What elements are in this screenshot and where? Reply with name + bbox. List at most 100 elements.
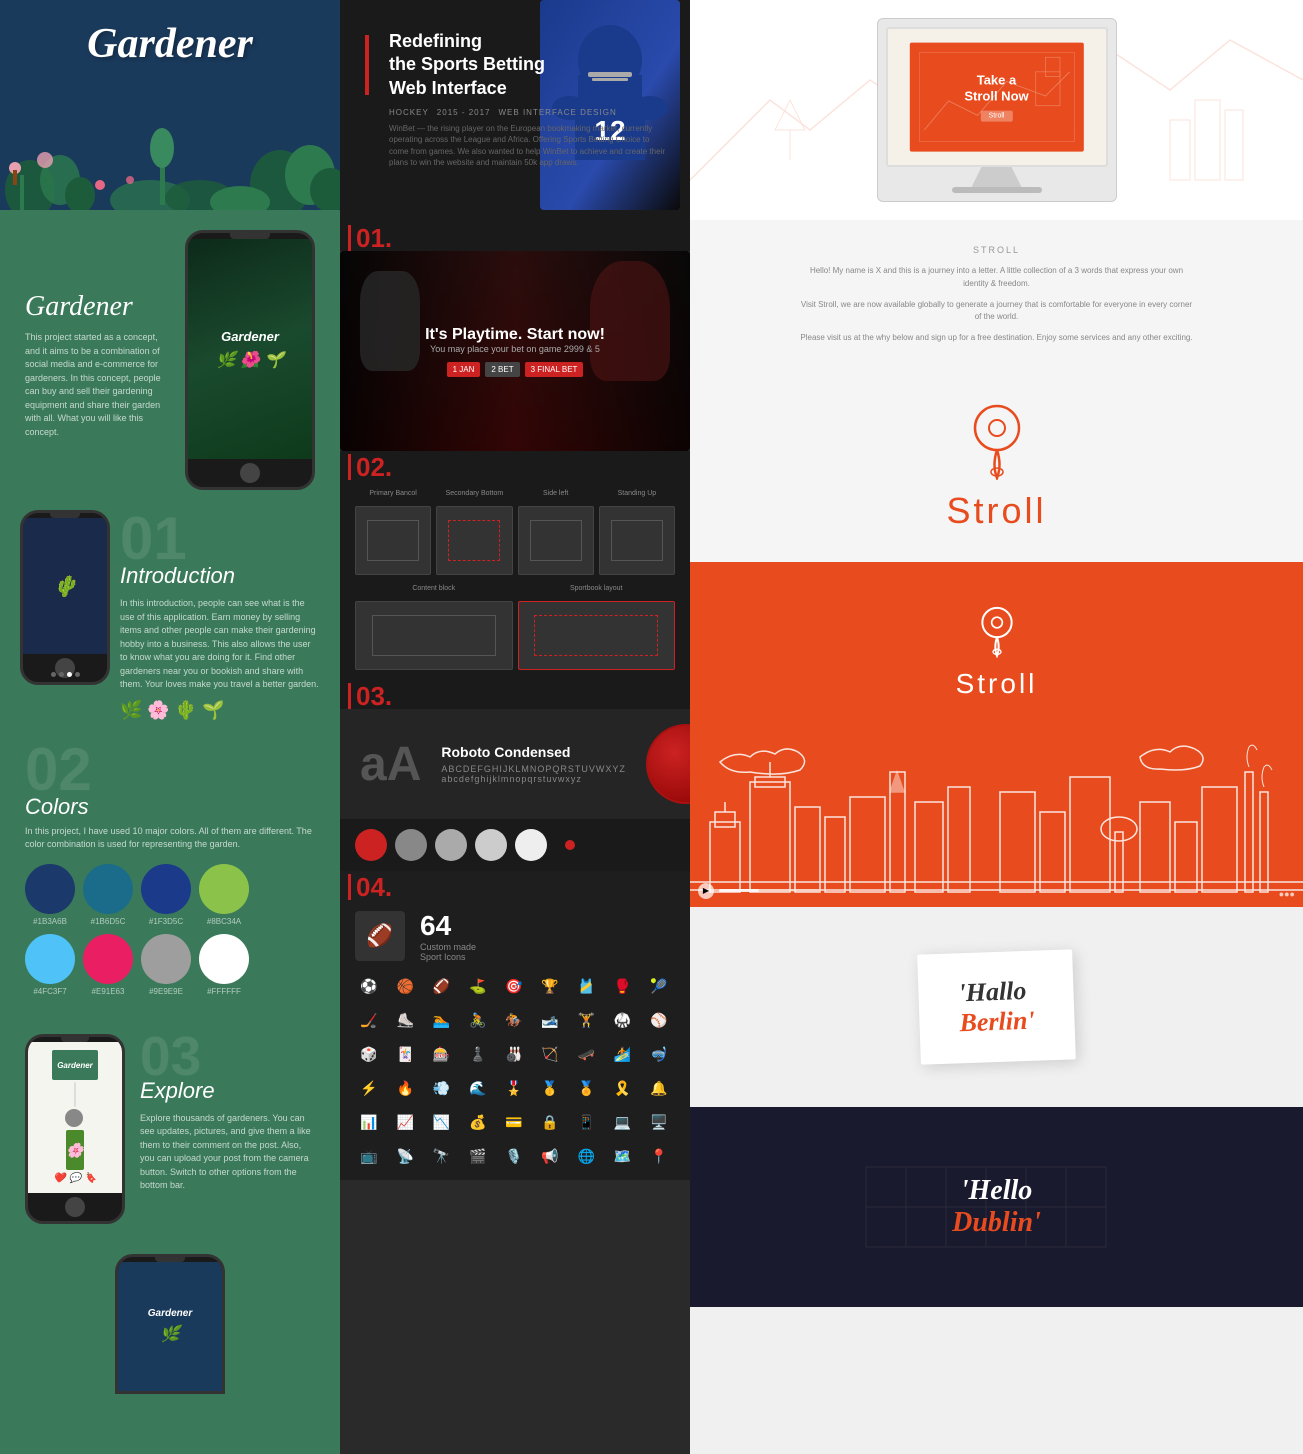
wf-label-4: Standing Up bbox=[599, 490, 675, 497]
sport-icon-3: 🏈 bbox=[427, 972, 455, 1000]
video-controls: ▶ bbox=[698, 883, 819, 899]
phone-button-3[interactable] bbox=[65, 1197, 85, 1217]
sports-color-palette bbox=[340, 819, 690, 871]
explore-text-area: 03 Explore Explore thousands of gardener… bbox=[140, 1034, 315, 1193]
sport-icon-51: 📢 bbox=[536, 1142, 564, 1170]
sport-icon-48: 🔭 bbox=[427, 1142, 455, 1170]
small-dot bbox=[565, 840, 575, 850]
dublin-city: Dublin' bbox=[952, 1207, 1041, 1239]
swatch-label-4: #8BC34A bbox=[207, 917, 241, 926]
swatch-color-8 bbox=[199, 934, 249, 984]
sports-header: Redefining the Sports Betting Web Interf… bbox=[340, 0, 690, 220]
sport-icon-41: 💳 bbox=[500, 1108, 528, 1136]
font-chars-upper: ABCDEFGHIJKLMNOPQRSTUVWXYZ bbox=[441, 764, 626, 774]
hello-berlin-section: 'Hallo Berlin' bbox=[690, 907, 1303, 1107]
sport-icon-21: 🎰 bbox=[427, 1040, 455, 1068]
sport-icon-45: 🖥️ bbox=[645, 1108, 673, 1136]
sport-icon-17: 🥋 bbox=[609, 1006, 637, 1034]
phone-header-label: Gardener bbox=[57, 1061, 93, 1070]
stroll-brand-name: Stroll bbox=[946, 490, 1046, 532]
section01-label: 01. bbox=[348, 225, 392, 251]
plant-icons-row: 🌿 🌸 🌵 🌱 bbox=[120, 700, 320, 721]
swatch-label-2: #1B6D5C bbox=[91, 917, 126, 926]
stroll-pin-logo bbox=[967, 400, 1027, 480]
sport-icon-13: 🚴 bbox=[464, 1006, 492, 1034]
video-time: ●●● bbox=[1279, 889, 1295, 899]
sports-title-line1: Redefining bbox=[389, 31, 482, 51]
phone-screen-bottom: Gardener 🌿 bbox=[118, 1262, 222, 1391]
section03-title: Explore bbox=[140, 1078, 315, 1104]
swatch-label-1: #1B3A6B bbox=[33, 917, 67, 926]
sport-icon-44: 💻 bbox=[609, 1108, 637, 1136]
berlin-city: Berlin' bbox=[959, 1006, 1035, 1039]
dublin-card: 'Hello Dublin' bbox=[952, 1175, 1041, 1239]
progress-bar bbox=[719, 889, 819, 892]
berlin-card-wrapper: 'Hallo Berlin' bbox=[919, 952, 1074, 1062]
sport-icon-11: ⛸️ bbox=[391, 1006, 419, 1034]
swatch-color-6 bbox=[83, 934, 133, 984]
colors-text: In this project, I have used 10 major co… bbox=[25, 825, 315, 852]
stroll-orange-card: Stroll bbox=[690, 562, 1303, 742]
wf-box-6 bbox=[518, 601, 676, 670]
swatch-label-6: #E91E63 bbox=[92, 987, 125, 996]
sport-icon-31: 🌊 bbox=[464, 1074, 492, 1102]
swatch-label-7: #9E9E9E bbox=[149, 987, 183, 996]
sport-icon-16: 🏋️ bbox=[572, 1006, 600, 1034]
middle-column: Redefining the Sports Betting Web Interf… bbox=[340, 0, 690, 1454]
sport-icon-29: 🔥 bbox=[391, 1074, 419, 1102]
phone-screen-intro: 🌵 bbox=[23, 518, 107, 654]
wireframe-grid-2 bbox=[355, 601, 675, 670]
phone-plant-1: 🌿 bbox=[216, 350, 236, 370]
wf-label-5: Content block bbox=[355, 585, 513, 592]
phone-mockup-main: Gardener 🌿 🌺 🌱 bbox=[185, 230, 315, 490]
sport-icon-9: 🎾 bbox=[645, 972, 673, 1000]
phone-plant-2: 🌺 bbox=[240, 350, 260, 370]
sport-color-3 bbox=[435, 829, 467, 861]
sport-icon-22: ♟️ bbox=[464, 1040, 492, 1068]
soccer-ball bbox=[646, 724, 690, 804]
sport-icon-28: ⚡ bbox=[355, 1074, 383, 1102]
sport-icon-42: 🔒 bbox=[536, 1108, 564, 1136]
font-name: Roboto Condensed bbox=[441, 744, 626, 760]
icons-section: 🏈 64 Custom made Sport Icons ⚽ 🏀 🏈 ⛳ 🎯 🏆… bbox=[340, 900, 690, 1180]
type-sample: aA bbox=[360, 737, 421, 792]
football-icon-box: 🏈 bbox=[355, 911, 405, 961]
gardener-app-desc: This project started as a concept, and i… bbox=[25, 331, 165, 439]
sport-icon-1: ⚽ bbox=[355, 972, 383, 1000]
sport-icon-14: 🏇 bbox=[500, 1006, 528, 1034]
gardener-main-title: Gardener bbox=[20, 20, 320, 68]
swatch-label-5: #4FC3F7 bbox=[33, 987, 66, 996]
gardener-app-section: Gardener This project started as a conce… bbox=[0, 210, 340, 510]
sport-icon-38: 📈 bbox=[391, 1108, 419, 1136]
plant-icon-3: 🌵 bbox=[175, 700, 197, 721]
bottom-phone-label: Gardener bbox=[148, 1308, 192, 1319]
swatch-color-5 bbox=[25, 934, 75, 984]
sport-icon-20: 🃏 bbox=[391, 1040, 419, 1068]
phone-home-button[interactable] bbox=[240, 463, 260, 483]
type-info: Roboto Condensed ABCDEFGHIJKLMNOPQRSTUVW… bbox=[441, 744, 626, 784]
wf-label-6: Sportbook layout bbox=[518, 585, 676, 592]
monitor-stand-shape bbox=[972, 167, 1022, 187]
sport-icon-47: 📡 bbox=[391, 1142, 419, 1170]
section04-row: 04. bbox=[340, 871, 690, 900]
dublin-hello: 'Hello bbox=[952, 1175, 1041, 1207]
phone-mockup-explore: Gardener 🌸 ❤️ bbox=[25, 1034, 125, 1224]
section02-label: 02. bbox=[348, 454, 392, 480]
explore-icon-3: 🔖 bbox=[84, 1173, 96, 1184]
sports-tag3: WEB INTERFACE DESIGN bbox=[499, 108, 617, 117]
flower-emoji: 🌸 bbox=[66, 1142, 83, 1159]
sport-icon-7: 🎽 bbox=[572, 972, 600, 1000]
swatch-color-4 bbox=[199, 864, 249, 914]
sport-color-1 bbox=[355, 829, 387, 861]
colors-title: Colors bbox=[25, 794, 315, 820]
stroll-city-illustration: ▶ ●●● bbox=[690, 742, 1303, 907]
monitor-base bbox=[952, 187, 1042, 193]
sport-icon-8: 🥊 bbox=[609, 972, 637, 1000]
swatch-color-3 bbox=[141, 864, 191, 914]
section01-title: Introduction bbox=[120, 563, 320, 589]
section04-label: 04. bbox=[348, 874, 392, 900]
section03-number: 03 bbox=[140, 1034, 315, 1078]
sports-meta: HOCKEY 2015 - 2017 WEB INTERFACE DESIGN bbox=[389, 108, 665, 117]
sport-icon-34: 🏅 bbox=[572, 1074, 600, 1102]
play-button[interactable]: ▶ bbox=[698, 883, 714, 899]
